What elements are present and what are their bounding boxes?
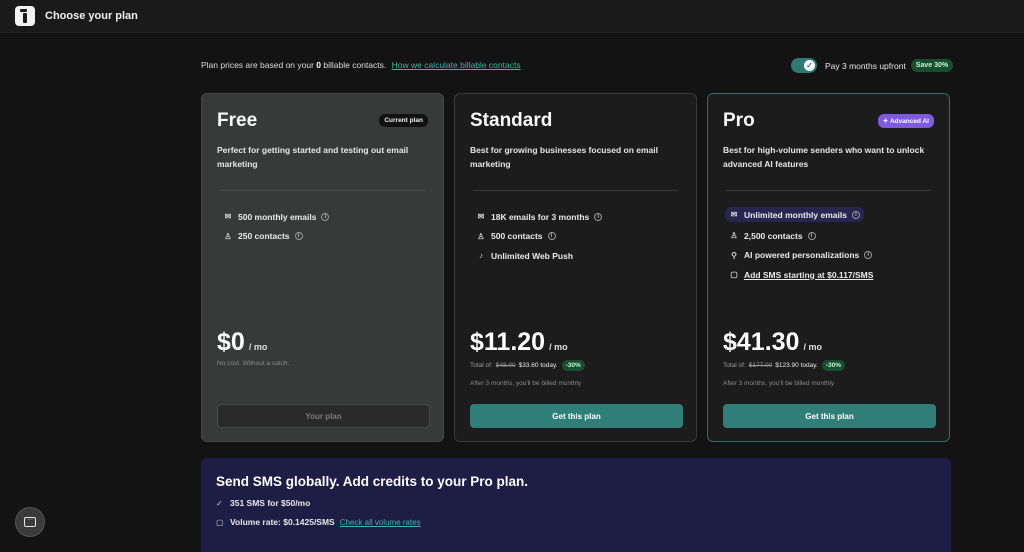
sms-offer-row: ✓ 351 SMS for $50/mo (216, 498, 936, 508)
plan-card-free: Free Current plan Perfect for getting st… (201, 93, 444, 442)
plan-card-standard: Standard Best for growing businesses foc… (454, 93, 697, 442)
sms-volume-row: ▢ Volume rate: $0.1425/SMS Check all vol… (216, 517, 936, 527)
plan-name: Standard (470, 110, 553, 131)
get-standard-plan-button[interactable]: Get this plan (470, 404, 683, 428)
info-icon[interactable]: i (851, 210, 860, 219)
divider (220, 190, 425, 191)
sms-icon: ▢ (216, 517, 224, 527)
feature-text: 500 monthly emails (238, 211, 317, 222)
feature-item: ✉ Unlimited monthly emails i (725, 207, 864, 222)
info-text-suffix: billable contacts. (321, 60, 387, 70)
billing-note: After 3 months, you'll be billed monthly (723, 380, 835, 387)
brand-logo-icon[interactable] (15, 6, 35, 26)
get-pro-plan-button[interactable]: Get this plan (723, 404, 936, 428)
plan-card-pro: Pro ✦ Advanced AI Best for high-volume s… (707, 93, 950, 442)
info-icon[interactable]: i (321, 212, 330, 221)
billable-contacts-info: Plan prices are based on your 0 billable… (201, 60, 521, 70)
info-icon[interactable]: i (594, 212, 603, 221)
feature-text: 2,500 contacts (744, 230, 803, 241)
total-line: Total of: $177.00 $123.90 today. -30% (723, 360, 845, 371)
discount-badge: -30% (561, 360, 585, 371)
your-plan-button[interactable]: Your plan (217, 404, 430, 428)
feature-item: ⚲ AI powered personalizations i (729, 246, 934, 266)
sms-volume-text: Volume rate: $0.1425/SMS (230, 517, 335, 527)
add-sms-link[interactable]: Add SMS starting at $0.117/SMS (744, 270, 873, 280)
chat-button[interactable]: ··· (15, 507, 45, 537)
plan-price: $41.30 / mo (723, 328, 822, 357)
plan-description: Best for growing businesses focused on e… (470, 145, 658, 169)
magic-wand-icon: ⚲ (731, 250, 737, 260)
sms-icon: ▢ (730, 270, 738, 280)
info-icon[interactable]: i (547, 232, 556, 241)
plan-price: $0 / mo (217, 328, 267, 357)
total-label: Total of: (723, 362, 746, 369)
price-amount: $41.30 (723, 328, 800, 356)
chat-icon: ··· (24, 517, 36, 527)
plan-price: $11.20 / mo (470, 328, 568, 357)
page-title: Choose your plan (45, 10, 138, 22)
total-old-price: $48.00 (495, 362, 516, 369)
feature-list: ✉ 500 monthly emails i ♙ 250 contacts i (223, 207, 428, 246)
total-line: Total of: $48.00 $33.60 today. -30% (470, 360, 585, 371)
feature-item: ♙ 250 contacts i (223, 227, 428, 247)
feature-item: ♪ Unlimited Web Push (476, 246, 681, 266)
pay-upfront-toggle[interactable]: ✓ (791, 58, 817, 73)
mail-icon: ✉ (477, 212, 485, 222)
advanced-ai-label: Advanced AI (889, 118, 929, 125)
user-icon: ♙ (224, 231, 232, 241)
sparkle-icon: ✦ (882, 118, 889, 125)
info-icon[interactable]: i (807, 231, 816, 240)
total-new-price: $33.60 today. (518, 362, 558, 369)
feature-item: ✉ 500 monthly emails i (223, 207, 428, 227)
info-icon[interactable]: i (294, 232, 303, 241)
price-amount: $0 (217, 328, 245, 356)
discount-badge: -30% (821, 360, 845, 371)
price-period: / mo (549, 342, 568, 352)
price-note: No cost. Without a catch. (217, 360, 290, 367)
mail-icon: ✉ (730, 210, 738, 219)
bell-icon: ♪ (479, 251, 483, 261)
feature-item[interactable]: ▢ Add SMS starting at $0.117/SMS (729, 265, 934, 285)
billable-contacts-link[interactable]: How we calculate billable contacts (392, 60, 521, 70)
total-new-price: $123.90 today. (775, 362, 818, 369)
check-icon: ✓ (216, 498, 223, 508)
divider (726, 190, 931, 191)
top-bar: Choose your plan (0, 0, 1024, 33)
feature-text: Unlimited Web Push (491, 250, 574, 261)
feature-item: ♙ 2,500 contacts i (729, 226, 934, 246)
price-amount: $11.20 (470, 328, 546, 356)
volume-rates-link[interactable]: Check all volume rates (340, 518, 421, 527)
advanced-ai-badge: ✦ Advanced AI (877, 114, 934, 128)
pay-upfront-label: Pay 3 months upfront (825, 60, 906, 71)
plan-description: Best for high-volume senders who want to… (723, 145, 925, 169)
sms-title: Send SMS globally. Add credits to your P… (216, 474, 529, 489)
feature-text: 250 contacts (238, 231, 290, 242)
feature-text: Unlimited monthly emails (744, 209, 847, 220)
price-period: / mo (248, 342, 268, 352)
check-icon: ✓ (804, 60, 815, 71)
sms-credits-panel: Send SMS globally. Add credits to your P… (201, 458, 951, 552)
feature-text: 500 contacts (491, 231, 543, 242)
total-label: Total of: (470, 362, 493, 369)
price-period: / mo (803, 342, 822, 352)
feature-text: 18K emails for 3 months (491, 211, 590, 222)
info-icon[interactable]: i (864, 251, 873, 260)
sms-offer-text: 351 SMS for $50/mo (230, 498, 311, 508)
plan-description: Perfect for getting started and testing … (217, 145, 409, 169)
feature-text: AI powered personalizations (744, 250, 860, 261)
user-icon: ♙ (477, 231, 485, 241)
mail-icon: ✉ (224, 212, 232, 222)
divider (473, 190, 678, 191)
billing-note: After 3 months, you'll be billed monthly (470, 380, 582, 387)
feature-list: ✉ Unlimited monthly emails i ♙ 2,500 con… (725, 207, 934, 285)
total-old-price: $177.00 (748, 362, 773, 369)
current-plan-badge: Current plan (379, 114, 428, 127)
info-text-prefix: Plan prices are based on your (201, 60, 317, 70)
user-icon: ♙ (730, 231, 738, 241)
feature-item: ♙ 500 contacts i (476, 227, 681, 247)
feature-item: ✉ 18K emails for 3 months i (476, 207, 681, 227)
feature-list: ✉ 18K emails for 3 months i ♙ 500 contac… (476, 207, 681, 266)
billing-toggle-group: ✓ Pay 3 months upfront Save 30% (791, 58, 954, 73)
save-badge: Save 30% (910, 59, 954, 72)
